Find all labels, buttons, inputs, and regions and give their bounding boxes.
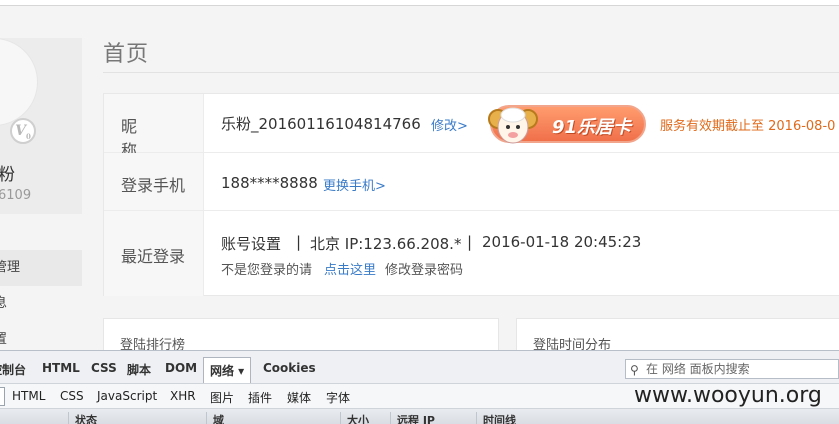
login-time: 2016-01-18 20:45:23 <box>482 233 642 251</box>
login-separator: | <box>467 233 473 251</box>
filter-plugins[interactable]: 插件 <box>248 389 272 406</box>
filter-css[interactable]: CSS <box>60 389 84 403</box>
column-status[interactable]: 状态 <box>68 412 97 424</box>
title-divider <box>103 72 839 73</box>
network-search-input[interactable]: ⚲ 在 网络 面板内搜索 <box>625 359 839 379</box>
login-separator: | <box>296 233 302 251</box>
nickname-value: 乐粉_20160116104814766 <box>221 115 421 133</box>
account-info-card: 昵称 乐粉_20160116104814766 修改> 91乐居卡 服务有效期截… <box>103 93 839 296</box>
column-domain[interactable]: 域 <box>206 412 224 424</box>
sidebar-item-info[interactable]: 息 <box>0 286 7 322</box>
filter-fonts[interactable]: 字体 <box>326 389 350 406</box>
last-login-label: 最近登录 <box>121 247 186 266</box>
search-icon: ⚲ <box>630 363 639 377</box>
nickname-label-cell: 昵称 <box>104 94 204 160</box>
filter-xhr[interactable]: XHR <box>170 389 196 403</box>
click-here-link[interactable]: 点击这里 <box>324 259 376 278</box>
filter-javascript[interactable]: JavaScript <box>97 389 157 403</box>
column-size[interactable]: 大小 <box>340 412 369 424</box>
filter-images[interactable]: 图片 <box>210 389 234 406</box>
tab-css[interactable]: CSS <box>91 361 117 375</box>
phone-row: 登录手机 188****8888 更换手机> <box>104 153 839 211</box>
last-login-row: 最近登录 账号设置 | 北京 IP:123.66.208.* | 2016-01… <box>104 211 839 296</box>
nickname-row: 昵称 乐粉_20160116104814766 修改> 91乐居卡 服务有效期截… <box>104 94 839 160</box>
filter-media[interactable]: 媒体 <box>287 389 311 406</box>
sidebar-item-manage[interactable]: 管理 <box>0 250 82 286</box>
sheep-mascot-icon <box>488 107 538 144</box>
vip-badge-icon: V0 <box>10 118 36 144</box>
network-column-headers: 状态 域 大小 远程 IP 时间线 <box>0 409 839 424</box>
phone-label-cell: 登录手机 <box>104 153 204 210</box>
card-text: 91乐居卡 <box>552 117 632 138</box>
login-ip: 北京 IP:123.66.208.* <box>310 235 462 253</box>
wooyun-watermark: www.wooyun.org <box>634 383 822 408</box>
tab-console[interactable]: 控制台 <box>0 361 26 378</box>
avatar[interactable] <box>0 38 38 126</box>
change-phone-link[interactable]: 更换手机> <box>323 175 386 194</box>
leju-card-badge[interactable]: 91乐居卡 <box>488 105 646 144</box>
nickname-edit-link[interactable]: 修改> <box>431 115 468 134</box>
login-account: 账号设置 <box>221 235 282 253</box>
page: V0 粉 6109 管理 息 置 首页 昵称 乐粉_20160116104814… <box>0 0 839 424</box>
phone-value: 188****8888 <box>221 174 318 192</box>
tab-dom[interactable]: DOM <box>165 361 197 375</box>
login-label-cell: 最近登录 <box>104 211 204 296</box>
column-timeline[interactable]: 时间线 <box>476 412 516 424</box>
column-remote-ip[interactable]: 远程 IP <box>390 412 435 424</box>
profile-card: V0 粉 6109 <box>0 38 82 214</box>
filter-html[interactable]: HTML <box>12 389 45 403</box>
service-expiry: 服务有效期截止至 2016-08-0 <box>660 119 836 134</box>
phone-label: 登录手机 <box>121 176 186 195</box>
user-name: 粉 <box>0 165 15 185</box>
search-placeholder: 在 网络 面板内搜索 <box>646 362 750 376</box>
change-password-text: 修改登录密码 <box>385 263 464 278</box>
tab-html[interactable]: HTML <box>42 361 80 375</box>
page-title: 首页 <box>103 42 150 67</box>
filter-all-button[interactable] <box>0 387 5 406</box>
devtools-tab-bar: 控制台 HTML CSS 脚本 DOM 网络 ▾ Cookies ⚲ 在 网络 … <box>0 357 839 383</box>
login-note: 不是您登录的请 <box>221 263 313 278</box>
user-id: 6109 <box>0 188 32 203</box>
tab-script[interactable]: 脚本 <box>127 361 151 378</box>
devtools-panel: 控制台 HTML CSS 脚本 DOM 网络 ▾ Cookies ⚲ 在 网络 … <box>0 350 839 424</box>
tab-cookies[interactable]: Cookies <box>263 361 316 375</box>
tab-network[interactable]: 网络 ▾ <box>203 357 252 383</box>
top-bar <box>0 0 839 6</box>
sidebar: V0 粉 6109 管理 息 置 <box>0 6 82 356</box>
